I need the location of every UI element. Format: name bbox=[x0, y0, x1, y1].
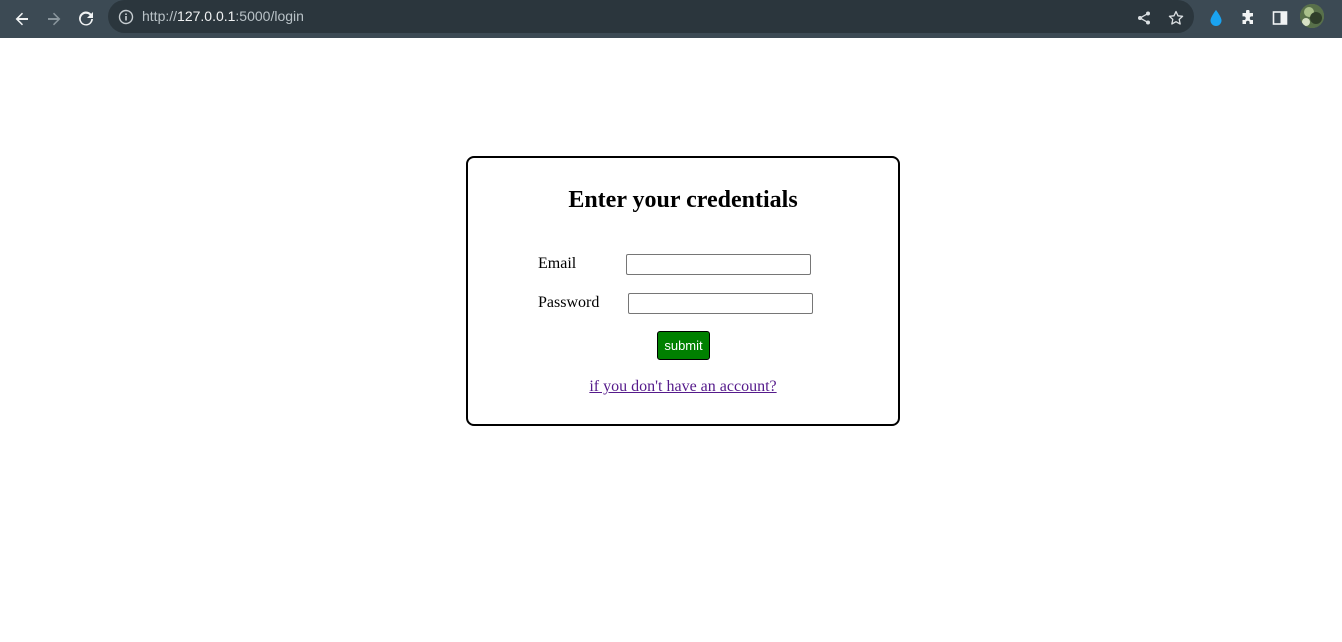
address-bar[interactable]: http://127.0.0.1:5000/login bbox=[108, 0, 1194, 33]
email-label: Email bbox=[538, 255, 577, 272]
extensions-button[interactable] bbox=[1234, 4, 1262, 32]
register-link[interactable]: if you don't have an account? bbox=[468, 378, 898, 396]
reload-button[interactable] bbox=[70, 3, 102, 35]
profile-avatar-icon bbox=[1300, 4, 1324, 28]
share-button[interactable] bbox=[1130, 4, 1158, 32]
password-field[interactable] bbox=[628, 293, 813, 314]
login-form: Enter your credentials Email Password su… bbox=[466, 156, 900, 426]
url-host: 127.0.0.1 bbox=[177, 8, 236, 24]
url-text: http://127.0.0.1:5000/login bbox=[142, 8, 304, 25]
puzzle-icon bbox=[1242, 10, 1253, 24]
extension-drop-button[interactable] bbox=[1202, 4, 1230, 32]
reload-icon bbox=[79, 11, 93, 26]
url-scheme: http:// bbox=[142, 8, 178, 24]
submit-button[interactable]: submit bbox=[657, 331, 710, 360]
drop-icon bbox=[1210, 10, 1222, 26]
browser-toolbar: http://127.0.0.1:5000/login bbox=[0, 0, 1342, 38]
forward-button[interactable] bbox=[38, 3, 70, 35]
side-panel-button[interactable] bbox=[1266, 4, 1294, 32]
password-label: Password bbox=[538, 294, 600, 311]
star-icon bbox=[1168, 10, 1184, 25]
arrow-left-icon bbox=[15, 12, 28, 26]
back-button[interactable] bbox=[6, 3, 38, 35]
profile-avatar[interactable] bbox=[1300, 4, 1324, 28]
email-field[interactable] bbox=[626, 254, 811, 275]
login-title: Enter your credentials bbox=[568, 187, 798, 213]
share-icon bbox=[1138, 11, 1150, 25]
side-panel-icon bbox=[1272, 11, 1288, 25]
arrow-right-icon bbox=[48, 12, 61, 26]
bookmark-button[interactable] bbox=[1162, 4, 1190, 32]
info-icon[interactable] bbox=[118, 9, 134, 25]
url-path: :5000/login bbox=[235, 8, 304, 24]
